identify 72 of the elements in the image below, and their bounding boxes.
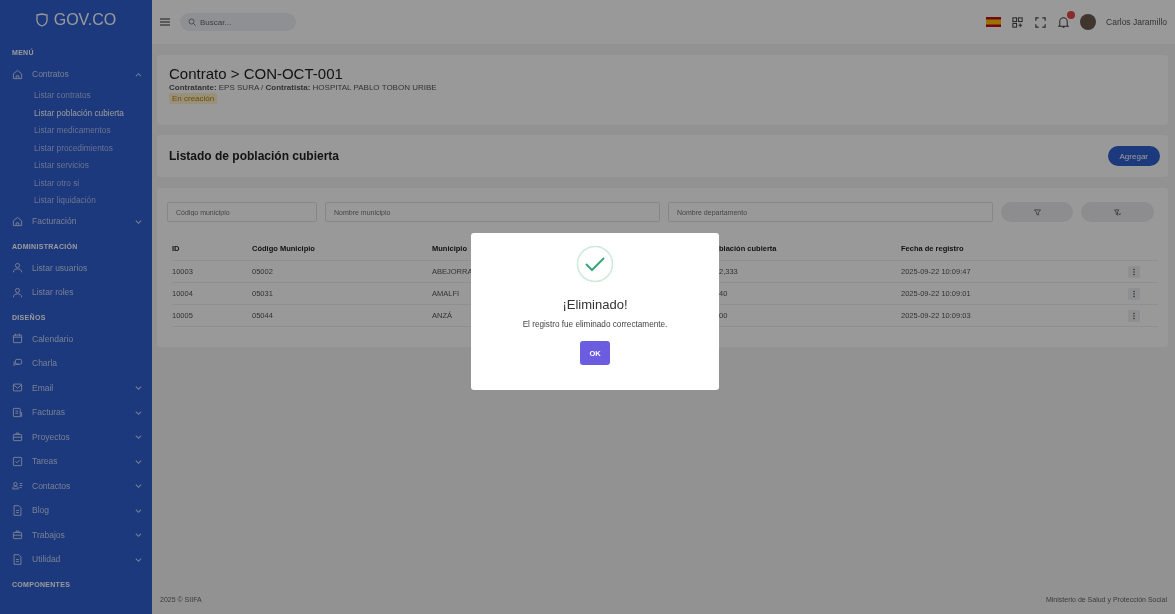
- user-menu[interactable]: Carlos Jaramillo: [1106, 17, 1167, 27]
- user-icon: [12, 262, 23, 274]
- chevron-down-icon: [135, 531, 142, 539]
- row-actions-button[interactable]: [1128, 287, 1140, 300]
- filter-icon: [1033, 208, 1041, 216]
- chevron-down-icon: [135, 217, 142, 225]
- briefcase-icon: [12, 431, 23, 443]
- menu-icon[interactable]: [160, 17, 170, 27]
- contract-parties: Contratante: EPS SURA / Contratista: HOSPITAL PABLO TOBON URIBE: [169, 83, 438, 92]
- submenu-item[interactable]: Listar contratos: [0, 86, 152, 104]
- doc-icon: [12, 504, 23, 516]
- search-icon: [188, 18, 196, 26]
- home-icon: [12, 215, 23, 227]
- success-check-icon: [576, 245, 614, 283]
- chevron-down-icon: [135, 506, 142, 514]
- bell-icon[interactable]: [1057, 15, 1071, 29]
- avatar[interactable]: [1080, 14, 1097, 30]
- status-badge: En creación: [169, 93, 218, 104]
- page-title: Contrato > CON-OCT-001: [169, 65, 344, 82]
- home-icon: [12, 68, 23, 80]
- flag-icon[interactable]: [986, 17, 1002, 27]
- sidebar-item[interactable]: Listar usuarios: [0, 255, 152, 280]
- submenu-item[interactable]: Listar procedimientos: [0, 139, 152, 157]
- submenu-item[interactable]: Listar otro si: [0, 174, 152, 192]
- chevron-down-icon: [135, 457, 142, 465]
- mail-icon: [12, 382, 23, 394]
- chevron-down-icon: [135, 482, 142, 490]
- sidebar-item[interactable]: Blog: [0, 498, 152, 523]
- chevron-down-icon: [135, 433, 142, 441]
- sidebar-item[interactable]: Facturación: [0, 209, 152, 234]
- sidebar-item[interactable]: Tareas: [0, 449, 152, 474]
- sidebar-item[interactable]: Trabajos: [0, 522, 152, 547]
- submenu-item[interactable]: Listar población cubierta: [0, 104, 152, 122]
- clear-filter-icon: [1114, 208, 1121, 216]
- add-button[interactable]: Agregar: [1107, 146, 1160, 166]
- row-actions-button[interactable]: [1128, 265, 1140, 278]
- chevron-down-icon: [135, 555, 142, 563]
- submenu-item[interactable]: Listar liquidación: [0, 191, 152, 209]
- logo-text: GOV.CO: [53, 11, 117, 29]
- search-field[interactable]: Buscar...: [180, 13, 296, 31]
- user-icon: [12, 286, 23, 298]
- sidebar-item[interactable]: Contratos: [0, 62, 152, 87]
- section-title: Listado de población cubierta: [169, 149, 340, 163]
- chevron-up-icon: [135, 70, 142, 78]
- sidebar-item[interactable]: Utilidad: [0, 547, 152, 572]
- sidebar-item[interactable]: Contactos: [0, 473, 152, 498]
- invoice-icon: [12, 406, 23, 418]
- sidebar-item[interactable]: Proyectos: [0, 424, 152, 449]
- briefcase-icon: [12, 529, 23, 541]
- dialog-message: El registro fue eliminado correctamente.: [522, 320, 668, 329]
- notification-dot: [1067, 10, 1076, 19]
- sidebar-item[interactable]: Charla: [0, 351, 152, 376]
- submenu-item[interactable]: Listar servicios: [0, 156, 152, 174]
- users-icon: [12, 480, 23, 492]
- shield-icon: [35, 13, 48, 27]
- sidebar-item[interactable]: Calendario: [0, 326, 152, 351]
- more-icon: [1130, 311, 1138, 320]
- sidebar-item[interactable]: Email: [0, 375, 152, 400]
- chevron-down-icon: [135, 408, 142, 416]
- more-icon: [1130, 267, 1138, 276]
- sidebar-item[interactable]: Listar roles: [0, 280, 152, 305]
- fullscreen-icon[interactable]: [1034, 15, 1048, 29]
- calendar-icon: [12, 333, 23, 345]
- chat-icon: [12, 357, 23, 369]
- sidebar-item[interactable]: Facturas: [0, 400, 152, 425]
- submenu-item[interactable]: Listar medicamentos: [0, 121, 152, 139]
- more-icon: [1130, 289, 1138, 298]
- apps-icon[interactable]: [1011, 15, 1025, 29]
- chevron-down-icon: [135, 384, 142, 392]
- doc-icon: [12, 553, 23, 565]
- row-actions-button[interactable]: [1128, 309, 1140, 322]
- check-icon: [12, 455, 23, 467]
